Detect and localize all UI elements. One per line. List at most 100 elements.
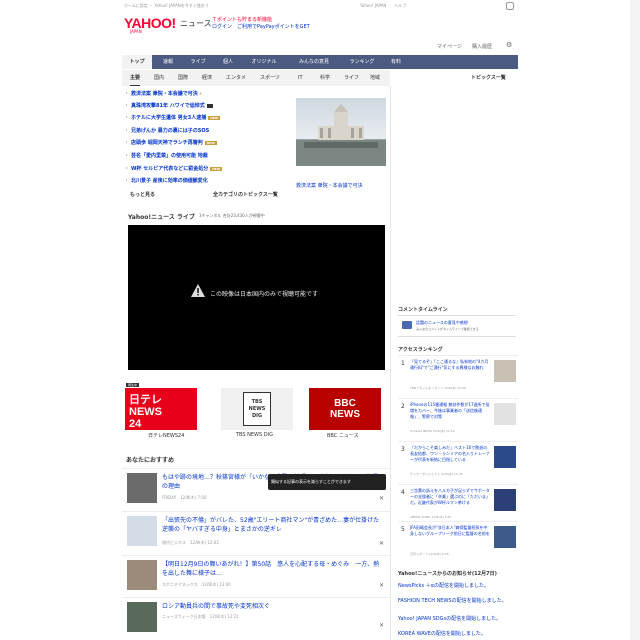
recommend-title: あなたにおすすめ xyxy=(126,457,175,464)
purchase-history-link[interactable]: 購入履歴 xyxy=(472,43,492,50)
nav-tab-opinions[interactable]: みんなの意見 xyxy=(288,55,340,69)
more-link[interactable]: もっと見る xyxy=(130,191,155,198)
rank-thumbnail[interactable] xyxy=(494,403,516,425)
channel-ntv-label[interactable]: 日テレNEWS24 xyxy=(148,432,184,439)
promo-line-1[interactable]: Ｔポイントも貯まる新機能 xyxy=(212,17,310,24)
rank-meta: サッカーダイジェスト 12/8(木) 11:25 xyxy=(410,472,463,476)
channel-ntv-tile[interactable]: 日テレ NEWS 24 xyxy=(125,388,197,430)
article-title[interactable]: 「出張先の不倫」がバレた、52歳"エリート商社マン"が青ざめた…妻が仕掛けた逆襲… xyxy=(162,516,380,534)
article-thumbnail[interactable] xyxy=(127,473,157,503)
close-icon[interactable]: ✕ xyxy=(379,622,384,629)
topic-list-link[interactable]: トピックス一覧 xyxy=(471,74,506,81)
close-icon[interactable]: ✕ xyxy=(379,582,384,589)
rank-title[interactable]: JFA田嶋会長が"非日本人"森保監督続投を中身しないグループリーグ前日に監督の名… xyxy=(410,525,490,537)
ranking-item[interactable]: 2 iPhoneの115番通報 無効件数が17週所で倍増をカバー、今後は事業者の… xyxy=(398,398,518,441)
article-thumbnail[interactable] xyxy=(127,516,157,546)
topic-item[interactable]: ・救済法案 衆院・本会議で可決✦ xyxy=(124,90,202,101)
comment-timeline-box[interactable] xyxy=(398,315,516,337)
channel-tbs-tile[interactable]: TBS NEWS DIG xyxy=(221,388,293,430)
notice-link[interactable]: NewsPicks ＋αの配信を開始しました。 xyxy=(398,582,489,589)
diet-building-illustration xyxy=(296,104,386,166)
all-categories-link[interactable]: 全カテゴリのトピックス一覧 xyxy=(213,191,278,198)
live-viewers: 3チャンネル 合計23,430人が視聴中 xyxy=(199,213,265,218)
topic-item[interactable]: ・ W杯 セルビア代表などに罰金処分 NEW xyxy=(124,165,223,176)
rank-title[interactable]: 「見てるぞ」「ここ通るな」私有地の"4カ月通行料"で"ご通行"気にする異様なお触… xyxy=(410,359,490,371)
video-region-message: この映像は日本国内のみで視聴可能です xyxy=(210,291,319,298)
channel-bbc-label[interactable]: BBC ニュース xyxy=(327,432,359,439)
category-it[interactable]: IT xyxy=(298,70,303,86)
channel-tbs-label[interactable]: TBS NEWS DIG xyxy=(236,432,273,438)
category-domestic[interactable]: 国内 xyxy=(154,70,164,86)
rank-number: 1 xyxy=(401,360,405,367)
main-nav: トップ 速報 ライブ 個人 オリジナル みんなの意見 ランキング 有料 xyxy=(122,55,518,69)
menu-icon[interactable] xyxy=(506,2,514,10)
comment-timeline-sub: みんなのコメントがタイムラインで確認できる xyxy=(416,327,479,331)
rank-thumbnail[interactable] xyxy=(494,360,516,382)
notice-link[interactable]: Yahoo! JAPAN SDGsの配信を開始しました。 xyxy=(398,615,501,622)
close-icon[interactable]: ✕ xyxy=(379,495,384,502)
topic-item[interactable]: ・芸名「愛内里菜」の使用可能 地裁 xyxy=(124,152,208,163)
ranking-item[interactable]: 1 「見てるぞ」「ここ通るな」私有地の"4カ月通行料"で"ご通行"気にする異様な… xyxy=(398,355,518,398)
notice-link[interactable]: FASHION TECH NEWSの配信を開始しました。 xyxy=(398,597,507,604)
category-sports[interactable]: スポーツ xyxy=(260,70,280,86)
close-icon[interactable]: ✕ xyxy=(379,540,384,547)
rank-number: 4 xyxy=(401,489,405,496)
rank-meta: FNNプライムオンライン 12/8(木) 10:06 xyxy=(410,386,466,390)
article-meta: スポニチアネックス 12/8(木) 13:00 xyxy=(162,582,231,587)
top-strip-left[interactable]: ホームに設定 ・ Yahoo! JAPANを今すぐ使おう xyxy=(124,3,209,9)
header-promo[interactable]: Ｔポイントも貯まる新機能 ログイン ご利用でPayPayポイントをGET xyxy=(212,17,310,31)
article-title[interactable]: ロシア動員兵の間で事故死や変死相次ぐ xyxy=(162,602,380,611)
nav-tab-personal[interactable]: 個人 xyxy=(216,55,240,69)
top-strip-right[interactable]: Yahoo! JAPAN ヘルプ xyxy=(360,3,406,9)
news-logo-text[interactable]: ニュース xyxy=(180,18,212,29)
gear-icon[interactable]: ⚙ xyxy=(506,41,512,49)
category-main[interactable]: 主要 xyxy=(130,70,141,86)
nav-tab-top[interactable]: トップ xyxy=(122,55,152,69)
nav-tab-paid[interactable]: 有料 xyxy=(384,55,408,69)
rank-title[interactable]: 「だからこそ楽しみだ」ベスト16で敗退の長友佑都、ワン・ランミアの名入りトレーナ… xyxy=(410,445,490,463)
category-nav: 主要 国内 国際 経済 エンタメ スポーツ IT 科学 ライフ 地域 xyxy=(122,70,390,86)
rank-thumbnail[interactable] xyxy=(494,446,516,468)
rank-thumbnail[interactable] xyxy=(494,489,516,511)
nav-tab-breaking[interactable]: 速報 xyxy=(156,55,180,69)
comment-timeline-title: コメントタイムライン xyxy=(398,307,448,313)
scrollbar[interactable] xyxy=(630,0,640,640)
column-divider xyxy=(390,86,391,640)
nav-tab-original[interactable]: オリジナル xyxy=(244,55,284,69)
topic-item[interactable]: ・兄弟げんか 暴力の裏には子のSOS xyxy=(124,127,209,138)
article-thumbnail[interactable] xyxy=(127,560,157,590)
promo-line-2[interactable]: ログイン ご利用でPayPayポイントをGET xyxy=(212,24,310,31)
category-economy[interactable]: 経済 xyxy=(202,70,212,86)
channel-bbc-tile[interactable]: BBC NEWS xyxy=(309,388,381,430)
mypage-link[interactable]: マイページ xyxy=(437,43,462,50)
recommend-item[interactable]: 「出張先の不倫」がバレた、52歳"エリート商社マン"が青ざめた…妻が仕掛けた逆襲… xyxy=(122,511,390,555)
rank-title[interactable]: 三笘薫の訴えを八ル方子が足らずでサポーターの支援者に「卒業」選ぶのに「ただいま」… xyxy=(410,488,490,506)
nav-tab-live[interactable]: ライブ xyxy=(184,55,212,69)
category-region[interactable]: 地域 xyxy=(370,70,380,86)
nav-tab-ranking[interactable]: ランキング xyxy=(344,55,380,69)
category-life[interactable]: ライフ xyxy=(344,70,359,86)
ranking-item[interactable]: 3 「だからこそ楽しみだ」ベスト16で敗退の長友佑都、ワン・ランミアの名入りトレ… xyxy=(398,441,518,484)
comment-timeline-link[interactable]: 話題のニュースの意見や感想 xyxy=(416,320,468,326)
featured-image[interactable] xyxy=(296,98,386,166)
topic-item[interactable]: ・ホテルに大学生遺体 男女3人逮捕 NEW xyxy=(124,114,221,125)
topic-item[interactable]: ・北川景子 産後に効率の価値観変化 xyxy=(124,177,208,188)
new-badge: NEW xyxy=(210,166,223,171)
ntv-brand: 日テレ NEWS 24 xyxy=(129,394,162,430)
notice-link[interactable]: KOREA WAVEの配信を開始しました。 xyxy=(398,630,486,637)
category-entertainment[interactable]: エンタメ xyxy=(226,70,246,86)
topic-item[interactable]: ・店頭歩 堀岡天神でランチ再審判 NEW xyxy=(124,139,217,150)
rank-thumbnail[interactable] xyxy=(494,526,516,548)
topic-item[interactable]: ・真珠湾攻撃81年 ハワイで追悼式 xyxy=(124,102,213,113)
article-thumbnail[interactable] xyxy=(127,602,157,632)
category-science[interactable]: 科学 xyxy=(320,70,330,86)
rank-title[interactable]: iPhoneの115番通報 無効件数が17週所で倍増をカバー、今後は事業者の「送… xyxy=(410,402,490,420)
category-international[interactable]: 国際 xyxy=(178,70,188,86)
recommend-item[interactable]: 【明日12月9日の舞いあがれ！】第50話 悠人を心配する母・めぐみ 一方、熱を出… xyxy=(122,555,390,597)
ranking-item[interactable]: 5 JFA田嶋会長が"非日本人"森保監督続投を中身しないグループリーグ前日に監督… xyxy=(398,521,518,564)
recommend-item[interactable]: ロシア動員兵の間で事故死や変死相次ぐ ニューズウィーク日本版 12/8(木) 1… xyxy=(122,597,390,640)
bbc-brand: BBC NEWS xyxy=(330,398,360,420)
article-title[interactable]: 【明日12月9日の舞いあがれ！】第50話 悠人を心配する母・めぐみ 一方、熱を出… xyxy=(162,560,380,578)
notice-title: Yahoo!ニュースからのお知らせ(12月7日) xyxy=(398,571,497,577)
featured-caption[interactable]: 救済法案 衆院・本会議で可決 xyxy=(296,182,363,189)
